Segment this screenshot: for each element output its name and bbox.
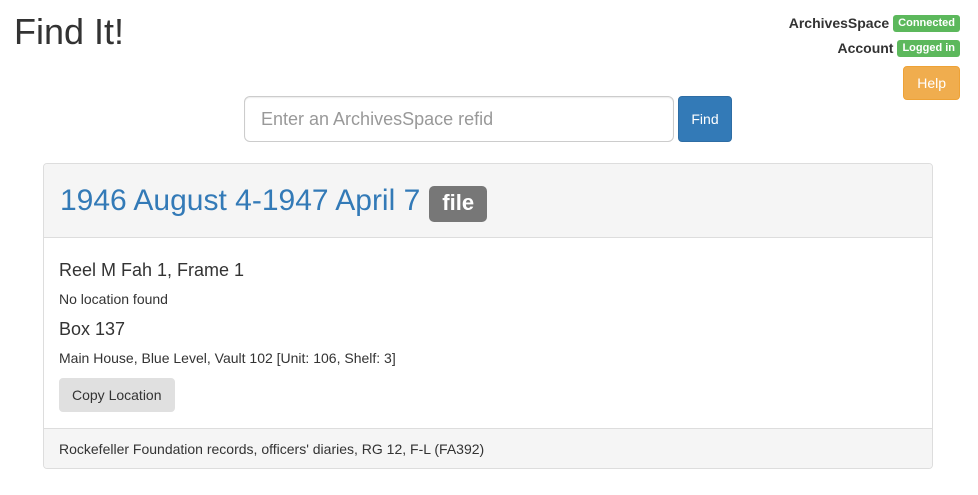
instance-location: Main House, Blue Level, Vault 102 [Unit:… bbox=[59, 350, 396, 366]
find-button[interactable]: Find bbox=[678, 96, 732, 142]
record-type-label: file bbox=[429, 185, 488, 222]
instance-title: Box 137 bbox=[59, 319, 126, 339]
collection-footer: Rockefeller Foundation records, officers… bbox=[44, 428, 932, 468]
app-title: Find It! bbox=[14, 11, 125, 52]
page: Find It! ArchivesSpace Connected Account… bbox=[0, 0, 978, 495]
result-panel-body: Reel M Fah 1, Frame 1 No location found … bbox=[44, 238, 932, 428]
archivesspace-status: ArchivesSpace Connected bbox=[789, 13, 960, 33]
help-button[interactable]: Help bbox=[903, 66, 960, 100]
account-status: Account Logged in bbox=[837, 38, 960, 58]
result-panel-heading: 1946 August 4-1947 April 7 file bbox=[44, 164, 932, 238]
refid-input[interactable] bbox=[244, 96, 674, 142]
status-area: ArchivesSpace Connected Account Logged i… bbox=[789, 13, 960, 100]
connected-badge: Connected bbox=[893, 14, 960, 32]
archivesspace-status-label: ArchivesSpace bbox=[788, 15, 890, 31]
search-form: Find bbox=[244, 96, 732, 142]
instance-title: Reel M Fah 1, Frame 1 bbox=[59, 260, 245, 280]
account-status-label: Account bbox=[837, 40, 894, 56]
record-title-link[interactable]: 1946 August 4-1947 April 7 bbox=[60, 184, 420, 218]
instance-location: No location found bbox=[59, 291, 168, 307]
result-panel: 1946 August 4-1947 April 7 file Reel M F… bbox=[43, 163, 933, 469]
logged-in-badge: Logged in bbox=[897, 39, 960, 57]
copy-location-button[interactable]: Copy Location bbox=[59, 378, 175, 412]
